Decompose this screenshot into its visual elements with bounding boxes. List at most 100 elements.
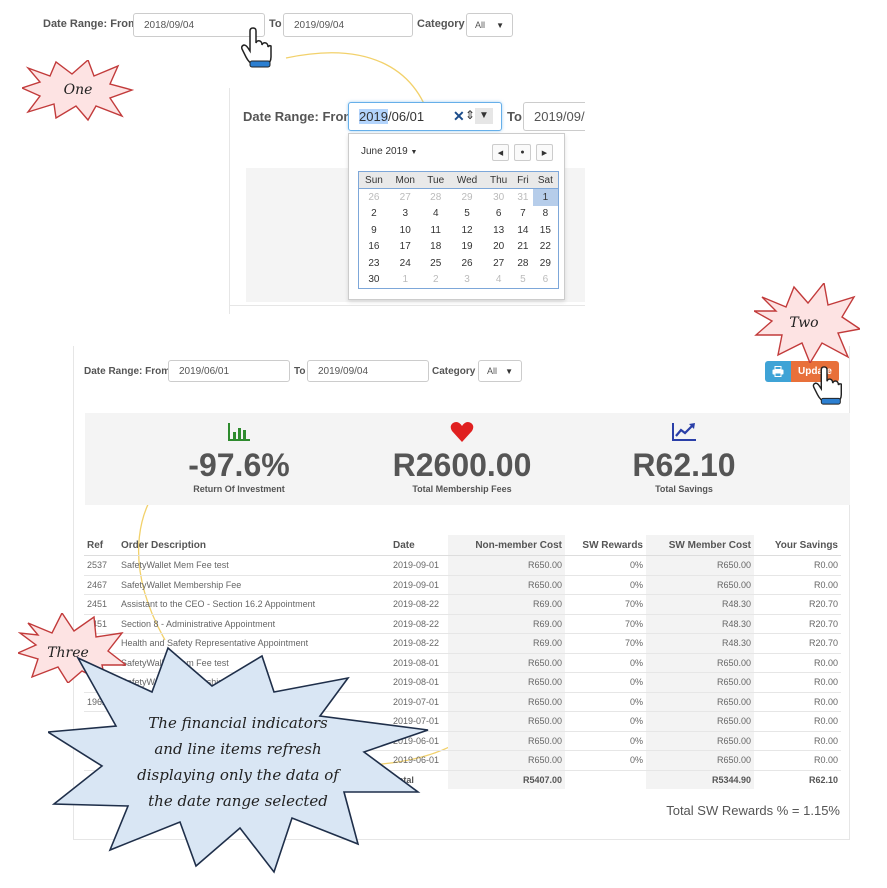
sw-rewards-cell: 0% — [565, 750, 646, 771]
savings-cell: R0.00 — [754, 555, 841, 576]
description-cell: SafetyWallet Membership Fee — [118, 575, 390, 595]
calendar-day[interactable]: 29 — [533, 255, 558, 272]
main-from-date-input[interactable]: 2019/06/01 — [168, 360, 290, 382]
zoom-to-date-input[interactable]: 2019/09/( — [523, 102, 585, 131]
calendar-day[interactable]: 1 — [389, 272, 422, 289]
calendar-day[interactable]: 2 — [359, 206, 389, 223]
calendar-day[interactable]: 16 — [359, 239, 389, 256]
calendar-day[interactable]: 31 — [513, 189, 533, 206]
sw-rewards-cell: 0% — [565, 731, 646, 751]
savings-cell: R0.00 — [754, 653, 841, 673]
calendar-day[interactable]: 5 — [450, 206, 484, 223]
calendar-day[interactable]: 9 — [359, 222, 389, 239]
main-category-select[interactable]: All ▼ — [478, 360, 522, 382]
calendar-day[interactable]: 30 — [359, 272, 389, 289]
next-month-icon[interactable]: ▶ — [536, 144, 553, 161]
table-row: 2451 Assistant to the CEO - Section 16.2… — [84, 594, 841, 615]
explanation-burst: The financial indicators and line items … — [48, 646, 429, 874]
calendar-day[interactable]: 3 — [389, 206, 422, 223]
previous-month-icon[interactable]: ◀ — [492, 144, 509, 161]
main-to-date-input[interactable]: 2019/09/04 — [307, 360, 429, 382]
column-header: Ref — [84, 535, 118, 556]
member-cost-cell: R650.00 — [646, 575, 754, 595]
ref-cell: 2451 — [84, 594, 118, 615]
calendar-day[interactable]: 22 — [533, 239, 558, 256]
calendar-grid: Sun Mon Tue Wed Thu Fri Sat 26 27 28 29 — [358, 171, 559, 289]
calendar-day[interactable]: 25 — [422, 255, 450, 272]
member-cost-cell: R650.00 — [646, 672, 754, 693]
total-savings-label: Total Savings — [655, 484, 713, 494]
calendar-day[interactable]: 19 — [450, 239, 484, 256]
calendar-day[interactable]: 5 — [513, 272, 533, 289]
calendar-day[interactable]: 6 — [533, 272, 558, 289]
weekday-header: Sun — [359, 172, 389, 189]
calendar-day[interactable]: 30 — [484, 189, 513, 206]
main-category-label: Category — [432, 366, 476, 377]
savings-cell: R20.70 — [754, 594, 841, 615]
printer-icon — [772, 366, 784, 377]
calendar-day[interactable]: 13 — [484, 222, 513, 239]
calendar-day[interactable]: 4 — [484, 272, 513, 289]
weekday-header: Sat — [532, 172, 558, 189]
non-member-cost-cell: R650.00 — [448, 731, 565, 751]
calendar-day[interactable]: 2 — [422, 272, 450, 289]
member-cost-cell: R650.00 — [646, 555, 754, 576]
zoom-from-date-input[interactable]: 2019 /06/01 ✕ ⇕ ▼ — [348, 102, 502, 131]
calendar-day[interactable]: 28 — [513, 255, 533, 272]
column-header: Date — [390, 535, 448, 556]
calendar-day[interactable]: 14 — [513, 222, 533, 239]
total-non-member-cost: R5407.00 — [448, 770, 565, 789]
callout-one: One — [22, 60, 134, 122]
calendar-day[interactable]: 23 — [359, 255, 389, 272]
calendar-day[interactable]: 27 — [389, 189, 422, 206]
calendar-day[interactable]: 8 — [533, 206, 558, 223]
calendar-day-selected[interactable]: 1 — [532, 188, 558, 206]
calendar-day[interactable]: 18 — [422, 239, 450, 256]
calendar-day[interactable]: 3 — [450, 272, 484, 289]
calendar-day[interactable]: 21 — [513, 239, 533, 256]
member-cost-cell: R650.00 — [646, 750, 754, 771]
calendar-day[interactable]: 28 — [422, 189, 450, 206]
member-cost-cell: R48.30 — [646, 614, 754, 634]
sw-rewards-cell: 0% — [565, 555, 646, 576]
calendar-day[interactable]: 7 — [513, 206, 533, 223]
non-member-cost-cell: R650.00 — [448, 672, 565, 693]
sw-rewards-cell: 0% — [565, 672, 646, 693]
month-day-text: /06/01 — [388, 109, 425, 124]
calendar-day[interactable]: 12 — [450, 222, 484, 239]
column-header: Non-member Cost — [448, 535, 565, 556]
date-cell: 2019-08-22 — [390, 594, 448, 615]
main-category-value: All — [487, 366, 498, 376]
calendar-day[interactable]: 27 — [484, 255, 513, 272]
total-member-cost: R5344.90 — [646, 770, 754, 789]
calendar-day[interactable]: 26 — [450, 255, 484, 272]
ref-cell: 2537 — [84, 555, 118, 576]
total-savings-stat: R62.10 Total Savings — [584, 421, 784, 494]
calendar-day[interactable]: 26 — [359, 189, 389, 206]
calendar-day[interactable]: 24 — [389, 255, 422, 272]
spinner-icon[interactable]: ⇕ — [465, 108, 475, 122]
weekday-header: Mon — [388, 172, 422, 189]
non-member-cost-cell: R69.00 — [448, 594, 565, 615]
calendar-day[interactable]: 20 — [484, 239, 513, 256]
zoom-to-label: To — [507, 109, 522, 124]
sw-rewards-cell: 0% — [565, 575, 646, 595]
member-cost-cell: R650.00 — [646, 653, 754, 673]
column-header: SW Rewards — [565, 535, 646, 556]
print-button[interactable] — [765, 361, 791, 382]
calendar-day[interactable]: 6 — [484, 206, 513, 223]
calendar-day[interactable]: 10 — [389, 222, 422, 239]
clear-icon[interactable]: ✕ — [453, 108, 465, 125]
calendar-day[interactable]: 15 — [533, 222, 558, 239]
table-row: 2451 Section 8 - Administrative Appointm… — [84, 614, 841, 634]
calendar-day[interactable]: 17 — [389, 239, 422, 256]
dropdown-arrow-icon[interactable]: ▼ — [475, 108, 493, 124]
calendar-month-label[interactable]: June 2019 ▼ — [361, 146, 417, 157]
calendar-day[interactable]: 11 — [422, 222, 450, 239]
calendar-day[interactable]: 29 — [450, 189, 484, 206]
note-line: displaying only the data of — [137, 766, 341, 784]
weekday-header: Fri — [513, 172, 533, 189]
roi-stat: -97.6% Return Of Investment — [139, 421, 339, 494]
calendar-day[interactable]: 4 — [422, 206, 450, 223]
today-dot-icon[interactable]: ● — [514, 144, 531, 161]
